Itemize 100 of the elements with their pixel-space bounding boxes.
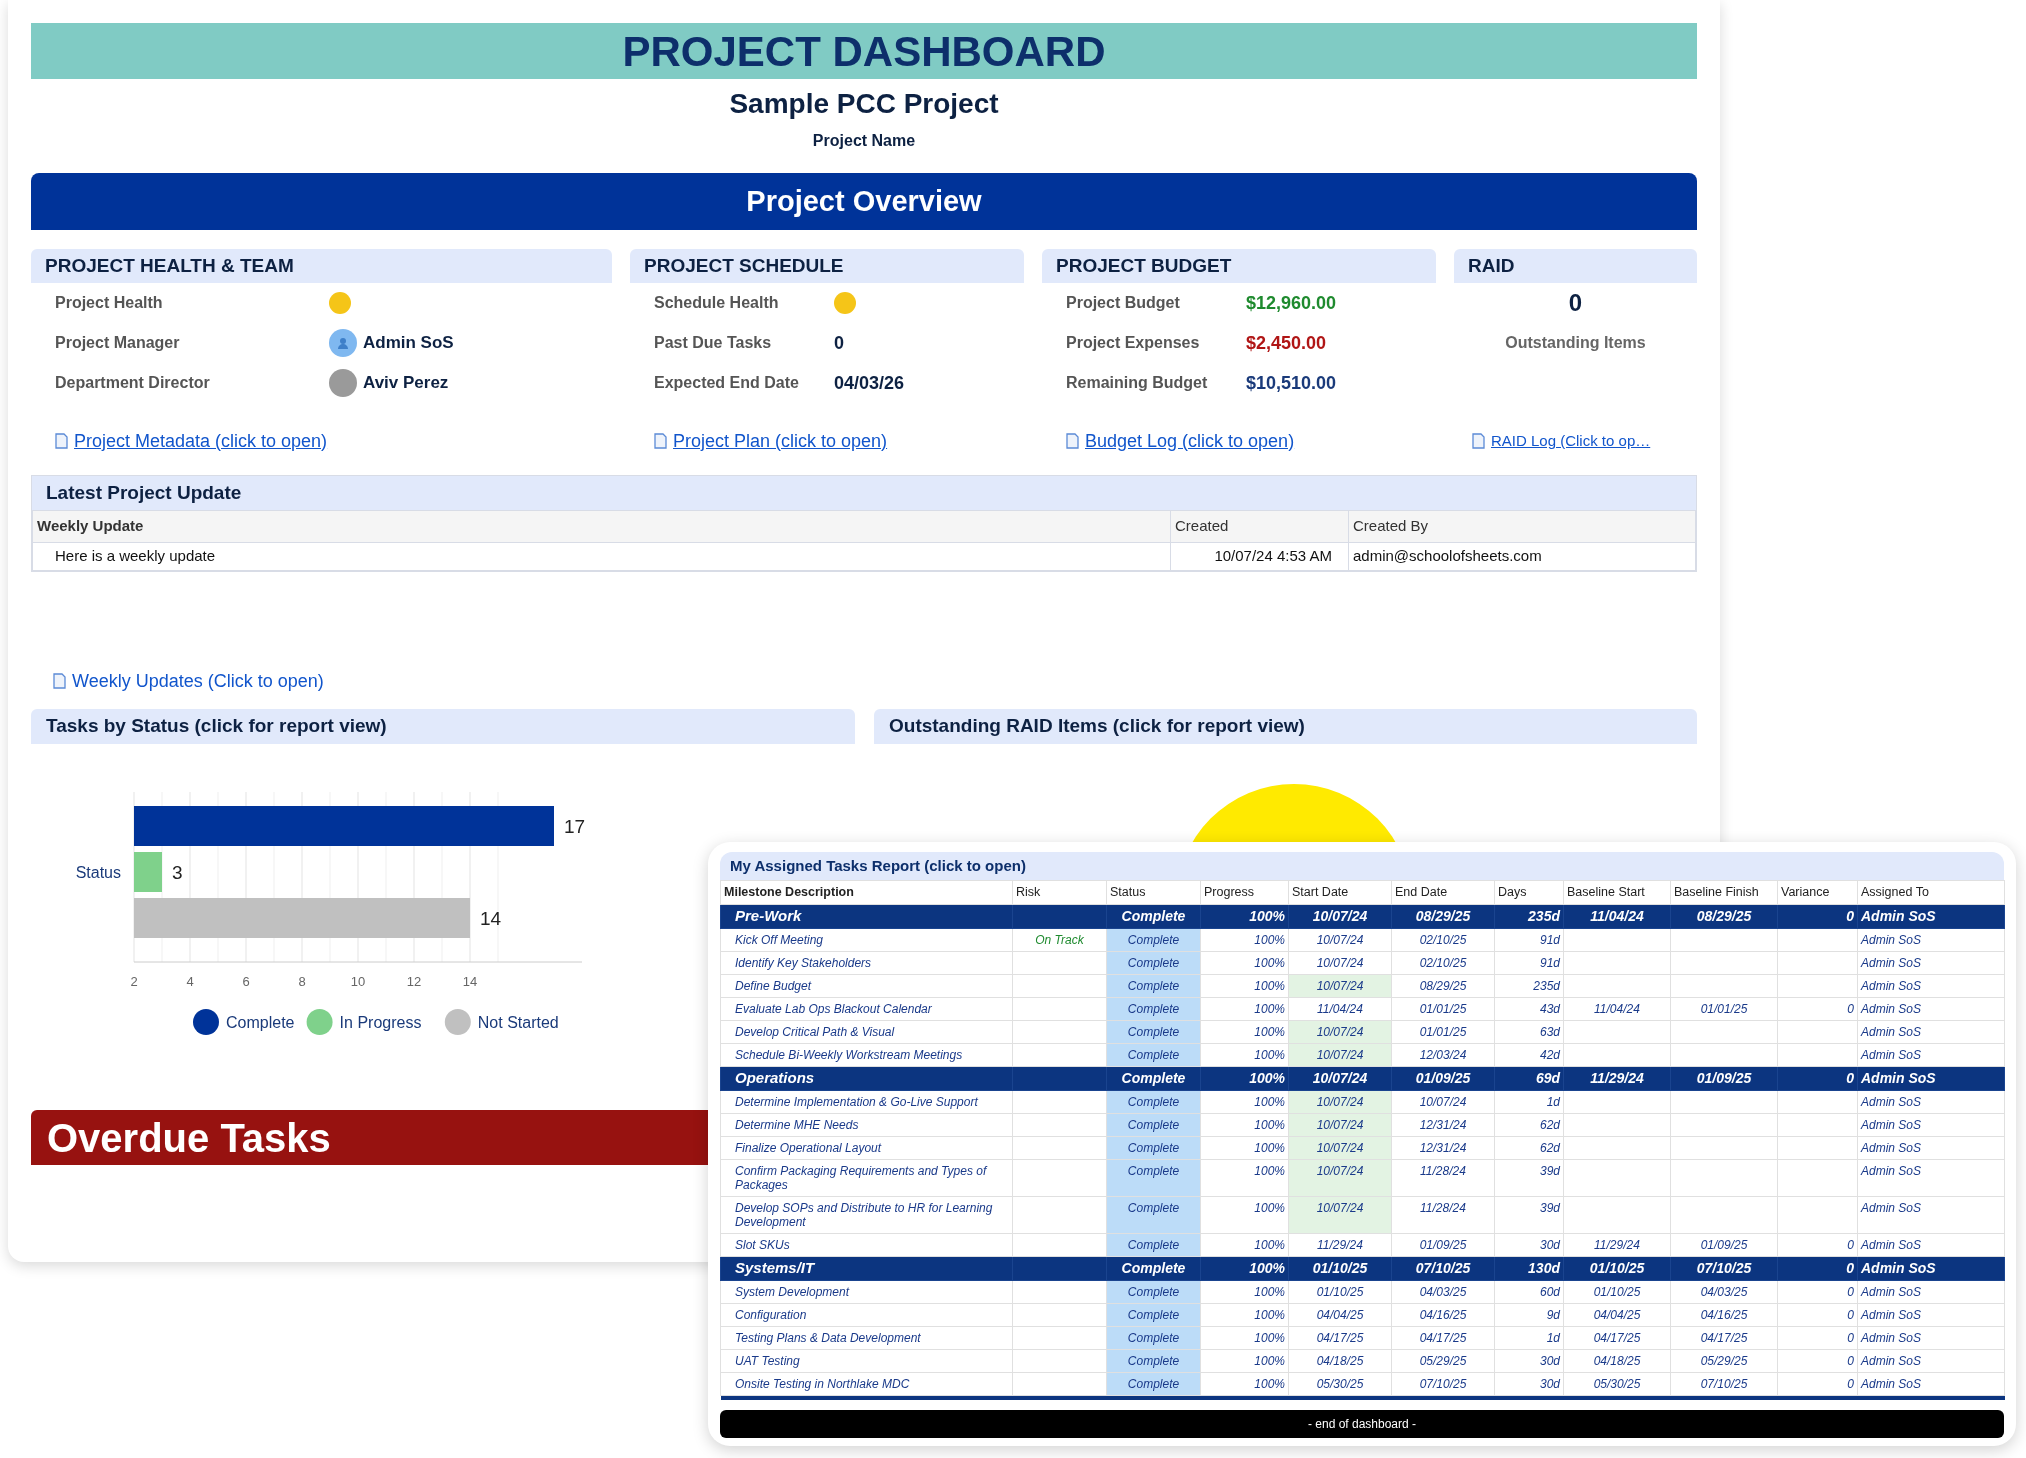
table-cell: 05/30/25 [1288,1372,1392,1396]
group-cell: 100% [1200,1066,1289,1091]
task-name: Develop Critical Path & Visual [720,1020,1013,1044]
table-cell: 100% [1200,1113,1289,1137]
table-cell: Admin SoS [1857,1233,2005,1257]
task-name: Testing Plans & Data Development [720,1326,1013,1350]
table-cell: Admin SoS [1857,1136,2005,1160]
table-cell: Complete [1106,1159,1201,1197]
table-cell: 07/10/25 [1391,1372,1495,1396]
data-label: 14 [480,908,502,929]
document-link[interactable]: Weekly Updates (Click to open) [72,667,324,695]
person-name: Aviv Perez [363,372,449,395]
table-cell: Admin SoS [1857,1372,2005,1396]
table-cell: 39d [1494,1159,1564,1197]
project-name-label: Project Name [812,131,916,151]
group-cell: 01/10/25 [1563,1256,1671,1281]
column-header: Assigned To [1857,880,2005,905]
group-cell: 100% [1200,1256,1289,1281]
report-title: My Assigned Tasks Report (click to open) [730,855,1026,876]
column-header: Created [1170,510,1349,543]
field-label: Past Due Tasks [654,333,773,353]
document-link[interactable]: RAID Log (Click to op… [1491,429,1651,453]
document-icon [654,433,667,449]
table-cell: 11/28/24 [1391,1159,1495,1197]
task-name: System Development [720,1280,1013,1304]
table-cell: 04/03/25 [1670,1280,1778,1304]
task-name: Determine Implementation & Go-Live Support [720,1090,1013,1114]
table-cell: 04/17/25 [1391,1326,1495,1350]
group-cell: 08/29/25 [1391,904,1495,929]
document-link[interactable]: Budget Log (click to open) [1085,427,1295,455]
section-title: RAID [1468,253,1515,278]
table-cell: Admin SoS [1857,928,2005,952]
section-title: PROJECT BUDGET [1056,253,1232,278]
group-cell: 11/04/24 [1563,904,1671,929]
data-label: 17 [564,816,586,837]
table-cell: 0 [1777,1303,1858,1327]
table-cell: 10/07/24 [1288,928,1392,952]
overview-title: Project Overview [746,183,982,219]
group-cell: 01/10/25 [1288,1256,1392,1281]
table-cell: Admin SoS [1857,951,2005,975]
task-name: Develop SOPs and Distribute to HR for Learning Development [720,1196,1013,1234]
field-label: Expected End Date [654,373,800,393]
table-cell: 08/29/25 [1391,974,1495,998]
field-label: Project Expenses [1066,333,1201,353]
table-cell: 100% [1200,974,1289,998]
table-cell: 01/10/25 [1288,1280,1392,1304]
table-cell: 0 [1777,1349,1858,1373]
table-cell: 01/01/25 [1670,997,1778,1021]
axis-tick-label: 8 [298,974,306,989]
group-cell: 07/10/25 [1670,1256,1778,1281]
amount-value: $12,960.00 [1246,291,1337,315]
axis-tick-label: 6 [242,974,250,989]
task-name: Determine MHE Needs [720,1113,1013,1137]
table-cell: 62d [1494,1113,1564,1137]
table-cell: 10/07/24 [1288,1196,1392,1234]
legend-label: Complete [226,1014,295,1031]
table-cell: 01/09/25 [1670,1233,1778,1257]
axis-tick-label: 10 [350,974,366,989]
table-cell: 07/10/25 [1670,1372,1778,1396]
table-cell: 12/31/24 [1391,1136,1495,1160]
table-cell: Admin SoS [1857,1326,2005,1350]
table-cell: 04/18/25 [1288,1349,1392,1373]
photo-placeholder [329,369,357,397]
field-label: Project Health [55,293,164,313]
table-cell: 63d [1494,1020,1564,1044]
table-cell: 100% [1200,928,1289,952]
table-cell: 39d [1494,1196,1564,1234]
axis-tick-label: 14 [462,974,478,989]
group-cell: Complete [1106,904,1201,929]
group-cell: 01/09/25 [1391,1066,1495,1091]
group-cell: 235d [1494,904,1564,929]
table-cell: 01/01/25 [1391,997,1495,1021]
chart-title: Outstanding RAID Items (click for report view) [889,714,1305,739]
document-link[interactable]: Project Metadata (click to open) [74,427,328,455]
group-cell: 100% [1200,904,1289,929]
table-cell: 9d [1494,1303,1564,1327]
outstanding-count: 0 [1568,288,1583,318]
table-cell: 100% [1200,1043,1289,1067]
table-cell: 100% [1200,1349,1289,1373]
document-link[interactable]: Project Plan (click to open) [673,427,888,455]
data-label: 3 [172,862,183,883]
table-cell: 04/17/25 [1670,1326,1778,1350]
column-header: Status [1106,880,1201,905]
table-cell: 04/17/25 [1563,1326,1671,1350]
bar [134,852,162,892]
document-icon [53,673,66,689]
avatar-icon [329,329,357,357]
overdue-title: Overdue Tasks [47,1114,331,1162]
outstanding-label: Outstanding Items [1505,333,1646,353]
document-icon [1066,433,1079,449]
group-cell: 10/07/24 [1288,904,1392,929]
table-cell: 0 [1777,1372,1858,1396]
table-cell: Admin SoS [1857,1196,2005,1234]
axis-tick-label: 4 [186,974,194,989]
table-cell: 100% [1200,1090,1289,1114]
table-cell: 100% [1200,951,1289,975]
table-cell: 100% [1200,1326,1289,1350]
group-cell: 01/09/25 [1670,1066,1778,1091]
field-label: Schedule Health [654,293,780,313]
table-cell: 30d [1494,1349,1564,1373]
